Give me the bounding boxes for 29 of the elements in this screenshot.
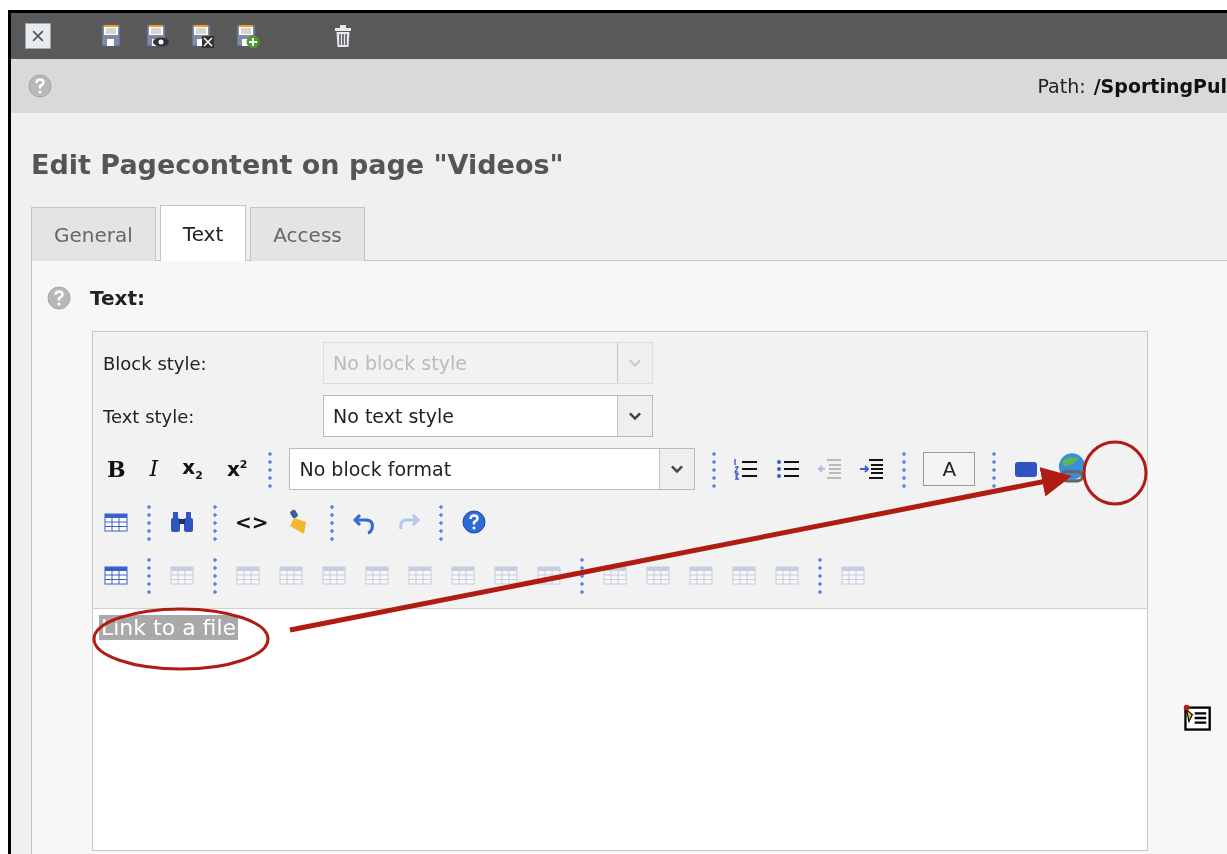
indent-icon[interactable] [859,456,886,482]
text-style-dropdown[interactable]: No text style [323,395,653,437]
field-label: Text: [90,286,145,310]
edit-list-icon[interactable] [1182,703,1212,733]
save-and-view-icon[interactable] [144,23,170,49]
font-color-button[interactable]: A [923,452,976,486]
editor-text: Link to a file [99,615,239,640]
help-icon[interactable] [460,509,487,535]
path-label: Path: [1037,75,1086,97]
block-format-dropdown[interactable]: No block format [289,448,696,490]
italic-button[interactable]: I [145,458,163,480]
annotation-circle [1082,440,1148,506]
text-style-label: Text style: [103,405,196,427]
bold-button[interactable]: B [103,458,130,480]
page-title: Edit Pagecontent on page "Videos" [31,149,565,180]
save-and-new-icon[interactable] [234,23,260,49]
dropdown-value: No block format [298,458,453,480]
numbered-list-icon[interactable] [733,456,760,482]
code-view-button[interactable]: <> [235,510,269,534]
tab[interactable]: Text [159,205,247,261]
find-icon[interactable] [169,509,195,535]
subscript-button[interactable]: x$_{2}$ [178,457,207,481]
tab[interactable]: General [31,207,156,261]
block-style-label: Block style: [103,352,208,374]
dropdown-value: No text style [332,405,455,427]
save-and-close-icon[interactable] [189,23,215,49]
superscript-button[interactable]: x$^{2}$ [222,459,252,479]
path-value: /SportingPul [1093,75,1227,97]
tab[interactable]: Access [250,207,365,261]
